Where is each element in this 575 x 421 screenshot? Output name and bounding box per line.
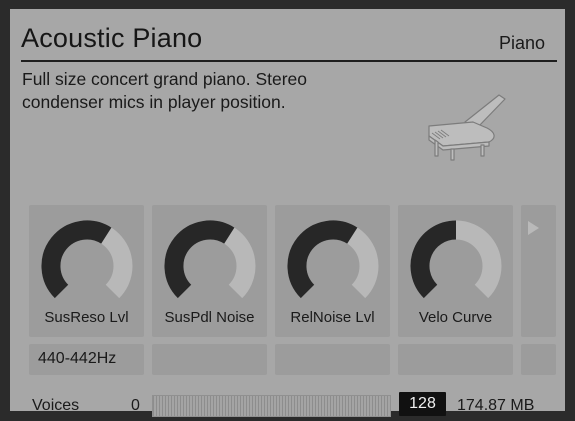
memory-usage: 174.87 MB	[457, 397, 535, 414]
tuning-value: 440-442Hz	[38, 350, 117, 367]
knob-value-arc	[164, 220, 235, 299]
voices-max-field[interactable]: 128	[399, 392, 446, 416]
knob-tile-relnoise[interactable]: RelNoise Lvl	[275, 205, 390, 337]
knob-value-arc	[287, 220, 358, 299]
knob-label: SusReso Lvl	[44, 309, 129, 326]
knob-tile-velo[interactable]: Velo Curve	[398, 205, 513, 337]
knob-label: SusPdl Noise	[164, 309, 255, 326]
grand-piano-icon	[428, 94, 506, 161]
instrument-category: Piano	[498, 33, 545, 53]
knob-value-arc	[410, 220, 457, 299]
empty-field[interactable]	[521, 344, 556, 375]
knob-relnoise[interactable]	[287, 220, 379, 312]
knob-susreso[interactable]	[41, 220, 133, 312]
instrument-name: Acoustic Piano	[21, 23, 203, 53]
voices-label: Voices	[32, 397, 80, 414]
knob-value-arc	[41, 220, 112, 299]
knob-tile-suspdl[interactable]: SusPdl Noise	[152, 205, 267, 337]
knob-tile-susreso[interactable]: SusReso Lvl	[29, 205, 144, 337]
knob-scroll-button[interactable]	[521, 205, 556, 337]
knob-velo[interactable]	[410, 220, 502, 312]
knob-label: Velo Curve	[418, 309, 493, 326]
voices-min: 0	[131, 397, 140, 414]
instrument-description: Full size concert grand piano. Stereo co…	[22, 69, 308, 112]
play-arrow-icon	[528, 221, 539, 235]
knob-label: RelNoise Lvl	[290, 309, 375, 326]
empty-field[interactable]	[152, 344, 267, 375]
knob-suspdl[interactable]	[164, 220, 256, 312]
tuning-field[interactable]: 440-442Hz	[29, 344, 144, 375]
empty-field[interactable]	[398, 344, 513, 375]
title-divider	[21, 60, 557, 62]
empty-field[interactable]	[275, 344, 390, 375]
voices-meter[interactable]	[152, 395, 391, 417]
